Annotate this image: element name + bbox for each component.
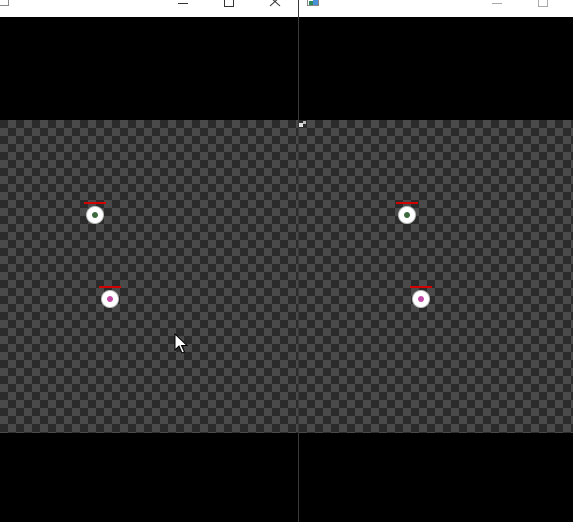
close-button[interactable] xyxy=(252,0,298,11)
seam-marker-icon xyxy=(299,121,306,127)
eye-sprite-green[interactable] xyxy=(83,202,107,226)
minimize-button[interactable] xyxy=(474,0,520,11)
eye-sprite-magenta[interactable] xyxy=(98,286,122,310)
minimize-icon xyxy=(492,3,502,4)
maximize-icon xyxy=(538,0,548,7)
pupil-green xyxy=(92,212,98,218)
pupil-green xyxy=(404,212,410,218)
app-icon xyxy=(307,0,319,6)
arrow-cursor-icon xyxy=(174,333,188,354)
game-viewport[interactable] xyxy=(299,120,573,433)
maximize-icon xyxy=(224,0,234,7)
close-icon xyxy=(269,0,281,7)
pupil-magenta xyxy=(107,296,113,302)
eye-sprite-green[interactable] xyxy=(395,202,419,226)
eyeball xyxy=(413,291,429,307)
pupil-magenta xyxy=(418,296,424,302)
maximize-button[interactable] xyxy=(206,0,252,11)
health-bar xyxy=(396,202,418,204)
maximize-button[interactable] xyxy=(520,0,566,11)
title-bar[interactable] xyxy=(299,0,573,17)
minimize-button[interactable] xyxy=(160,0,206,11)
right-game-window xyxy=(299,0,573,522)
minimize-icon xyxy=(178,3,188,4)
eyeball xyxy=(399,207,415,223)
health-bar xyxy=(410,286,432,288)
game-viewport[interactable] xyxy=(0,120,298,433)
eyeball xyxy=(102,291,118,307)
health-bar xyxy=(84,202,106,204)
health-bar xyxy=(99,286,121,288)
left-game-window xyxy=(0,0,298,522)
title-bar[interactable] xyxy=(0,0,298,17)
eye-sprite-magenta[interactable] xyxy=(409,286,433,310)
app-icon xyxy=(0,0,9,6)
eyeball xyxy=(87,207,103,223)
